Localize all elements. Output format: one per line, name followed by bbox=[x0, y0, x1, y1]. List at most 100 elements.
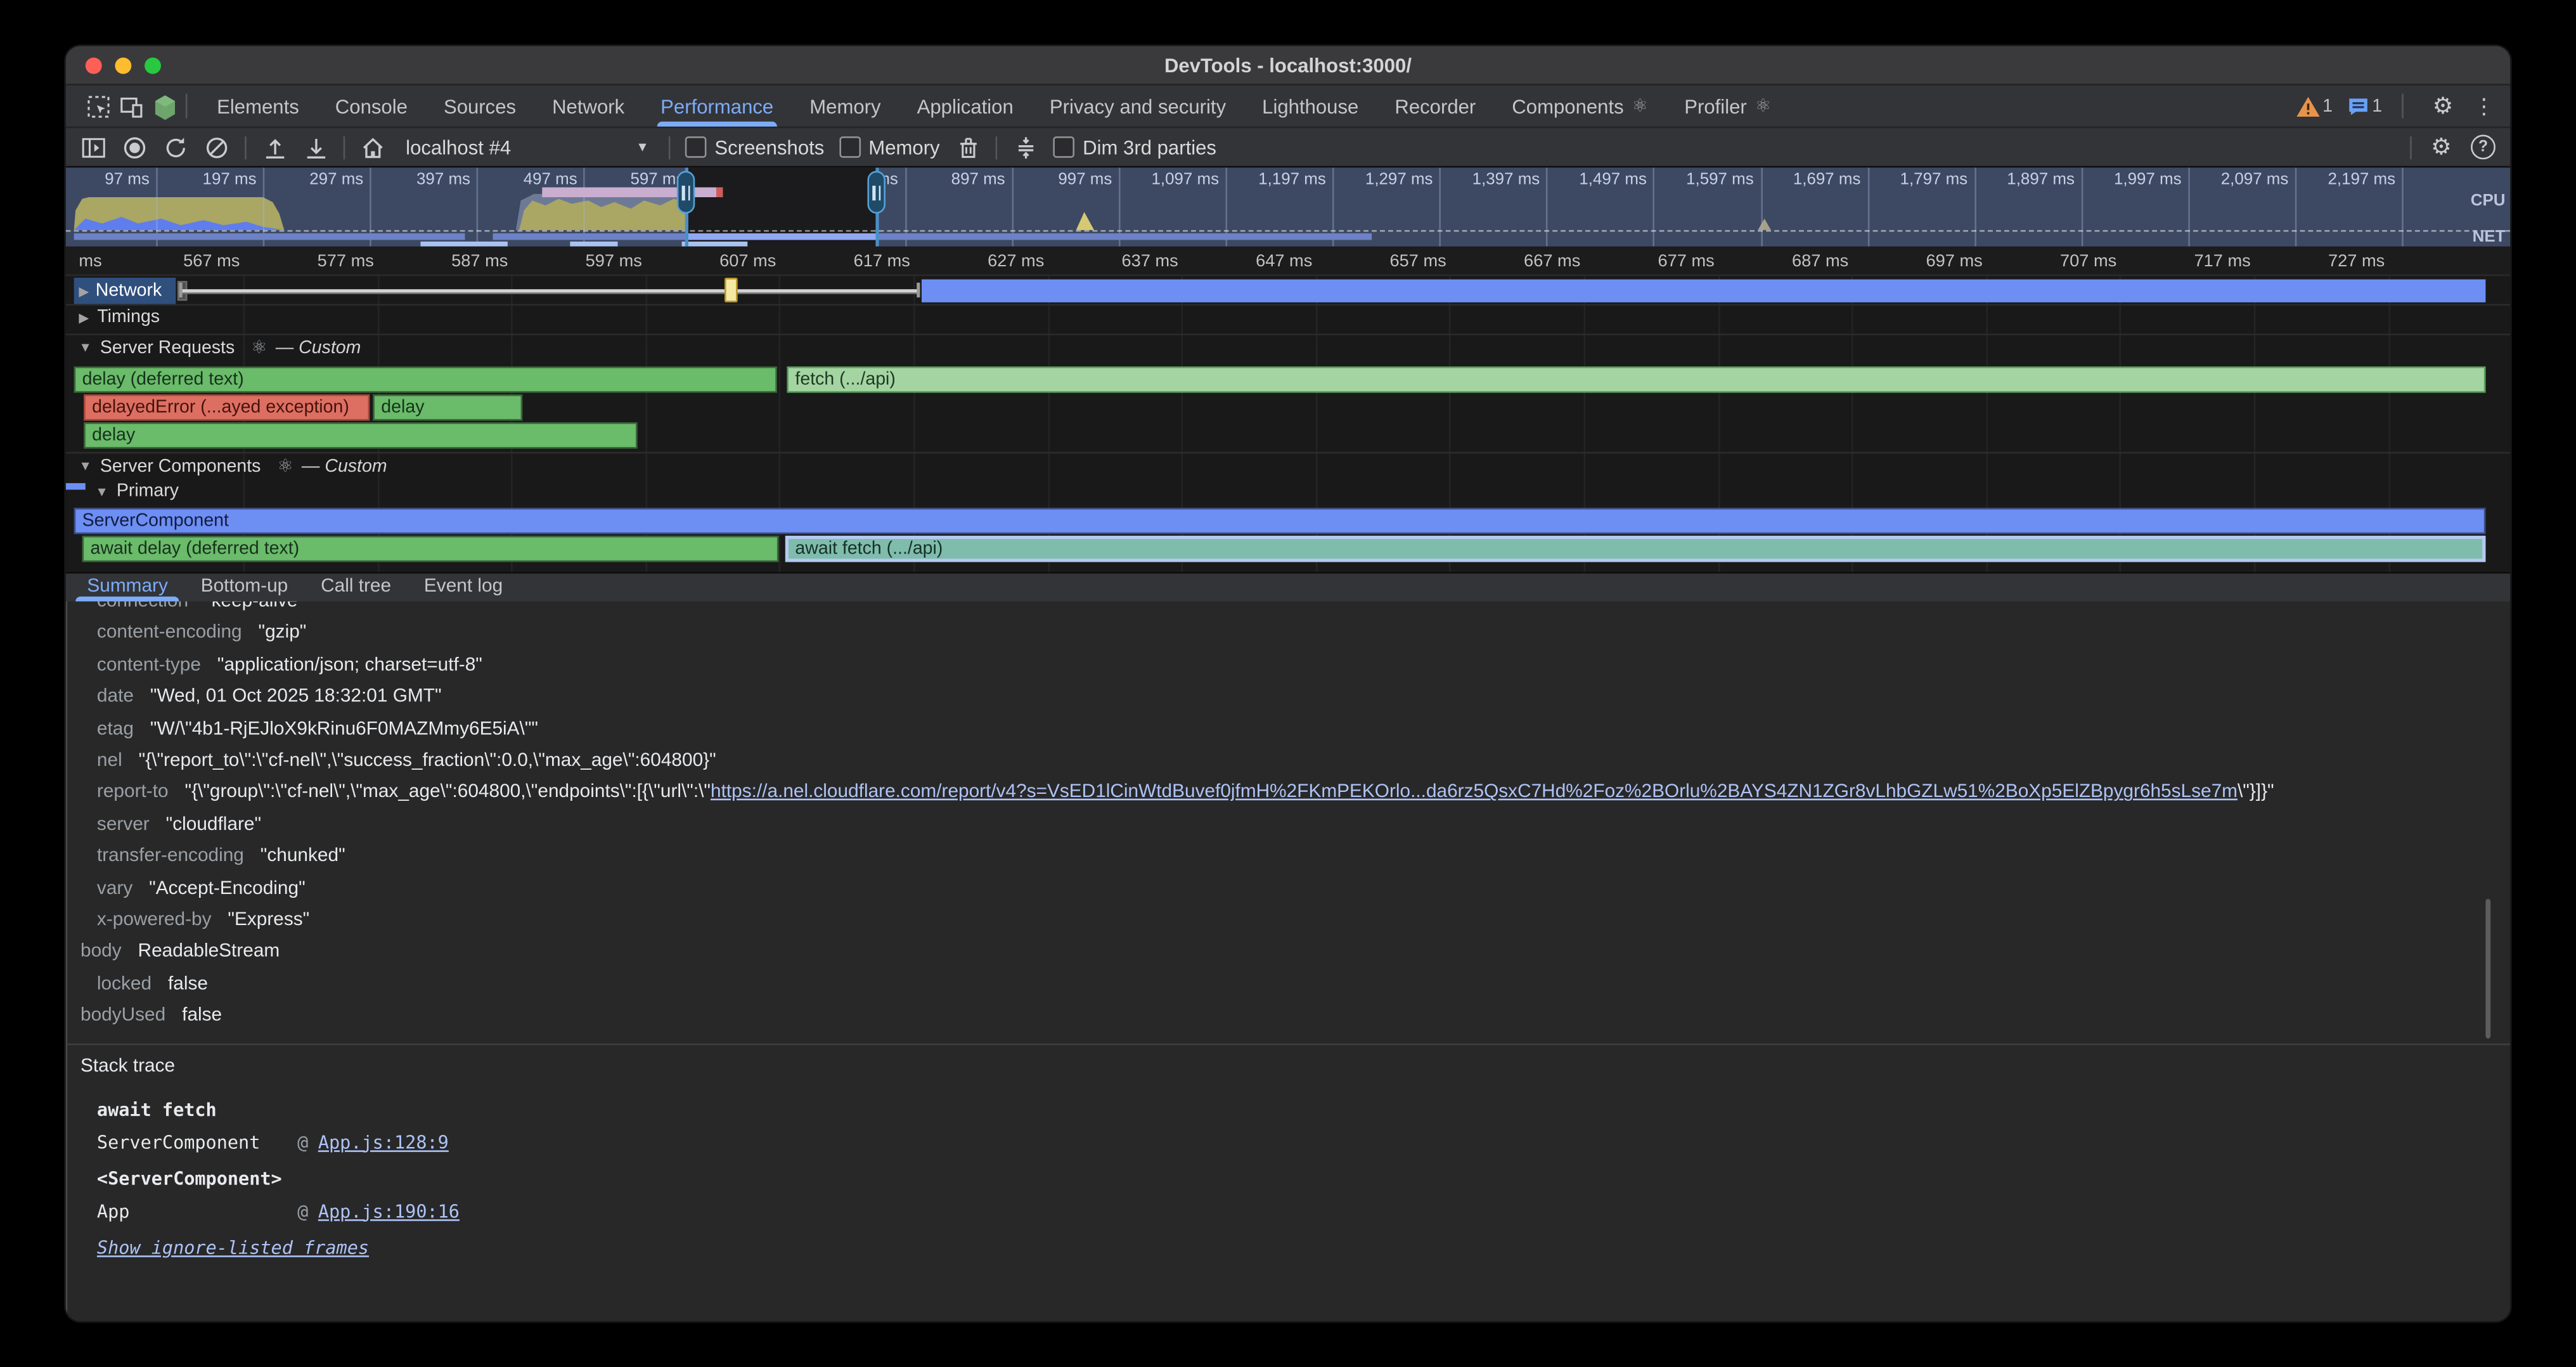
frame-source-link[interactable]: App.js:190:16 bbox=[318, 1196, 460, 1228]
show-ignore-listed-frames-link[interactable]: Show ignore-listed frames bbox=[97, 1238, 369, 1259]
tab-label: Application bbox=[917, 94, 1014, 117]
overview-tick-label: 1,497 ms bbox=[1535, 171, 1647, 190]
property-row-content-type: content-type"application/json; charset=u… bbox=[67, 651, 2510, 682]
network-track-header[interactable]: ▶ Network bbox=[74, 278, 176, 304]
help-icon[interactable]: ? bbox=[2471, 135, 2496, 160]
overview-tick-label: 1,597 ms bbox=[1642, 171, 1754, 190]
kebab-menu-icon[interactable]: ⋮ bbox=[2471, 91, 2497, 121]
property-key: transfer-encoding bbox=[97, 846, 244, 866]
timeline-event-delay-2[interactable]: delay bbox=[373, 394, 522, 420]
inspect-element-icon[interactable] bbox=[82, 86, 115, 128]
tab-components[interactable]: Components⚛ bbox=[1494, 86, 1666, 127]
property-key: etag bbox=[97, 719, 134, 739]
tab-console[interactable]: Console bbox=[317, 86, 425, 127]
tab-elements[interactable]: Elements bbox=[199, 86, 318, 127]
overview-interactions-bar-end bbox=[716, 187, 723, 197]
overview-tick-label: 1,797 ms bbox=[1856, 171, 1967, 190]
tab-label: Components bbox=[1512, 94, 1623, 117]
tab-lighthouse[interactable]: Lighthouse bbox=[1244, 86, 1377, 127]
capture-settings-gear-icon[interactable]: ⚙ bbox=[2428, 133, 2454, 162]
property-key: vary bbox=[97, 878, 132, 898]
collapse-triangle-icon[interactable]: ▶ bbox=[79, 310, 89, 325]
collapse-sections-icon[interactable] bbox=[1012, 134, 1038, 160]
network-request-line bbox=[181, 289, 920, 292]
selection-right-handle[interactable] bbox=[867, 171, 886, 214]
device-toolbar-icon[interactable] bbox=[115, 86, 148, 128]
timeline-event-delay-deferred-text[interactable]: delay (deferred text) bbox=[74, 366, 777, 392]
overview-net-bar-2 bbox=[570, 242, 617, 247]
collect-garbage-icon[interactable] bbox=[955, 134, 981, 160]
timeline-ruler[interactable]: ms 567 ms577 ms587 ms597 ms607 ms617 ms6… bbox=[66, 247, 2511, 276]
tab-application[interactable]: Application bbox=[899, 86, 1031, 127]
server-components-track-header[interactable]: ▼ Server Components ⚛ — Custom bbox=[79, 455, 387, 477]
details-tab-bottom-up[interactable]: Bottom-up bbox=[193, 577, 296, 602]
property-value: "chunked" bbox=[261, 846, 345, 866]
tabbar-right-controls: 1 1 ⚙ ⋮ bbox=[2296, 86, 2497, 127]
tab-recorder[interactable]: Recorder bbox=[1377, 86, 1494, 127]
divider bbox=[186, 94, 188, 119]
warnings-badge[interactable]: 1 bbox=[2296, 91, 2333, 121]
zoom-window-button[interactable] bbox=[145, 58, 161, 74]
frame-source-link[interactable]: App.js:128:9 bbox=[318, 1127, 449, 1159]
timeline-event-delay-3[interactable]: delay bbox=[84, 422, 637, 448]
settings-gear-icon[interactable]: ⚙ bbox=[2430, 91, 2456, 121]
close-window-button[interactable] bbox=[86, 58, 102, 74]
timeline-event-delayed-error[interactable]: delayedError (...ayed exception) bbox=[84, 394, 370, 420]
details-tab-event-log[interactable]: Event log bbox=[416, 577, 511, 602]
record-and-reload-button[interactable] bbox=[163, 134, 189, 160]
tab-memory[interactable]: Memory bbox=[792, 86, 899, 127]
selected-track-accent bbox=[66, 483, 86, 489]
property-row-nel: nel"{\"report_to\":\"cf-nel\",\"success_… bbox=[67, 746, 2510, 778]
tab-performance[interactable]: Performance bbox=[643, 86, 792, 127]
timeline-event-await-fetch-api[interactable]: await fetch (.../api) bbox=[785, 536, 2486, 562]
expand-triangle-icon[interactable]: ▼ bbox=[79, 458, 92, 473]
details-tab-summary[interactable]: Summary bbox=[79, 577, 176, 602]
overview-tick-label: 897 ms bbox=[893, 171, 1005, 190]
selection-left-handle[interactable] bbox=[677, 171, 695, 214]
load-profile-icon[interactable] bbox=[261, 134, 287, 160]
server-components-track-label: Server Components bbox=[100, 456, 261, 476]
extension-icon[interactable] bbox=[148, 86, 181, 128]
event-label: ServerComponent bbox=[82, 511, 229, 531]
home-icon[interactable] bbox=[360, 134, 386, 160]
screenshot-marker[interactable] bbox=[724, 278, 738, 302]
expand-triangle-icon[interactable]: ▼ bbox=[95, 484, 108, 498]
property-value: "gzip" bbox=[259, 623, 307, 643]
details-scrollbar-thumb[interactable] bbox=[2485, 899, 2490, 1039]
timeline-event-fetch-api[interactable]: fetch (.../api) bbox=[787, 366, 2485, 392]
overview-tick-label: 1,997 ms bbox=[2070, 171, 2181, 190]
clear-recording-button[interactable] bbox=[203, 134, 229, 160]
timeline-event-server-component[interactable]: ServerComponent bbox=[74, 508, 2486, 534]
memory-checkbox[interactable]: Memory bbox=[839, 136, 940, 159]
save-profile-icon[interactable] bbox=[302, 134, 328, 160]
ruler-tick-label: 657 ms bbox=[1331, 252, 1446, 271]
expand-triangle-icon[interactable]: ▼ bbox=[79, 340, 92, 355]
record-button[interactable] bbox=[122, 134, 148, 160]
timeline-overview[interactable]: 97 ms197 ms297 ms397 ms497 ms597 ms697 m… bbox=[66, 167, 2511, 246]
tab-privacy-and-security[interactable]: Privacy and security bbox=[1031, 86, 1244, 127]
network-request-bar[interactable] bbox=[922, 280, 2485, 302]
primary-group-header[interactable]: ▼ Primary bbox=[95, 481, 179, 501]
ruler-tick-label: 637 ms bbox=[1063, 252, 1178, 271]
issues-badge[interactable]: 1 bbox=[2347, 91, 2382, 121]
history-select[interactable]: localhost #4 ▼ bbox=[401, 136, 654, 159]
minimize-window-button[interactable] bbox=[115, 58, 131, 74]
property-value-link[interactable]: https://a.nel.cloudflare.com/report/v4?s… bbox=[711, 783, 2238, 803]
collapse-triangle-icon[interactable]: ▶ bbox=[79, 283, 89, 298]
dim-3rd-parties-checkbox[interactable]: Dim 3rd parties bbox=[1053, 136, 1216, 159]
tab-profiler[interactable]: Profiler⚛ bbox=[1666, 86, 1789, 127]
timeline-event-await-delay-deferred-text[interactable]: await delay (deferred text) bbox=[82, 536, 779, 562]
toggle-sidebar-icon[interactable] bbox=[80, 134, 106, 160]
property-value: "Wed, 01 Oct 2025 18:32:01 GMT" bbox=[150, 687, 442, 707]
overview-tick-label: 997 ms bbox=[1000, 171, 1112, 190]
property-row-vary: vary "Accept-Encoding" bbox=[67, 874, 2510, 905]
tab-network[interactable]: Network bbox=[534, 86, 643, 127]
ruler-tick-label: 617 ms bbox=[795, 252, 910, 271]
timings-track-header[interactable]: ▶ Timings bbox=[79, 308, 160, 327]
screenshots-checkbox[interactable]: Screenshots bbox=[685, 136, 825, 159]
server-requests-track-header[interactable]: ▼ Server Requests ⚛ — Custom bbox=[79, 337, 361, 358]
property-key: body bbox=[80, 942, 122, 962]
property-value: "Accept-Encoding" bbox=[149, 878, 306, 898]
tab-sources[interactable]: Sources bbox=[425, 86, 534, 127]
details-tab-call-tree[interactable]: Call tree bbox=[312, 577, 399, 602]
